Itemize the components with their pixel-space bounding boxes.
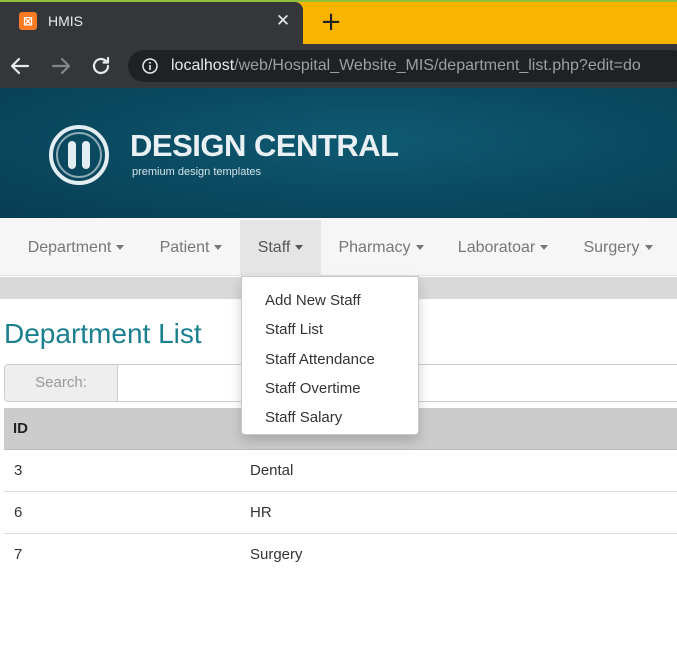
table-row[interactable]: 6 HR: [4, 492, 677, 534]
menu-item-staff-list[interactable]: Staff List: [242, 315, 418, 344]
cell-id: 7: [14, 546, 23, 563]
cell-name: HR: [250, 504, 272, 521]
table-row[interactable]: 3 Dental: [4, 450, 677, 492]
brand-subtitle: premium design templates: [132, 166, 262, 178]
browser-tab[interactable]: ⊠ HMIS ✕: [0, 2, 303, 44]
cell-name: Dental: [250, 462, 294, 479]
page-title: Department List: [4, 318, 202, 349]
forward-arrow-icon[interactable]: [49, 54, 73, 78]
nav-laboratoar[interactable]: Laboratoar: [447, 220, 559, 276]
browser-toolbar: localhost/web/Hospital_Website_MIS/depar…: [0, 44, 677, 88]
menu-item-staff-salary[interactable]: Staff Salary: [242, 403, 418, 432]
plus-icon[interactable]: +: [318, 9, 344, 36]
menu-item-staff-attendance[interactable]: Staff Attendance: [242, 345, 418, 374]
column-header-id[interactable]: ID: [13, 408, 28, 450]
staff-dropdown-menu: Add New Staff Staff List Staff Attendanc…: [241, 276, 419, 435]
reload-icon[interactable]: [89, 54, 113, 78]
browser-tab-strip: ⊠ HMIS ✕ +: [0, 0, 677, 44]
table-row[interactable]: 7 Surgery: [4, 534, 677, 576]
caret-down-icon: [214, 245, 223, 251]
url-host: localhost: [171, 57, 235, 74]
nav-pharmacy-label: Pharmacy: [338, 239, 411, 256]
tab-title: HMIS: [48, 13, 83, 29]
nav-surgery[interactable]: Surgery: [572, 220, 664, 276]
nav-surgery-label: Surgery: [583, 239, 640, 256]
caret-down-icon: [644, 245, 653, 251]
menu-item-staff-overtime[interactable]: Staff Overtime: [242, 374, 418, 403]
nav-patient-label: Patient: [159, 239, 210, 256]
xampp-favicon-icon: ⊠: [19, 12, 37, 30]
main-navbar: Department Patient Staff Pharmacy Labora…: [0, 218, 677, 276]
info-icon[interactable]: [142, 58, 158, 74]
nav-pharmacy[interactable]: Pharmacy: [327, 220, 435, 276]
caret-down-icon: [540, 245, 549, 251]
nav-department-label: Department: [27, 239, 112, 256]
address-bar[interactable]: localhost/web/Hospital_Website_MIS/depar…: [128, 50, 677, 82]
cell-id: 6: [14, 504, 23, 521]
url-text: localhost/web/Hospital_Website_MIS/depar…: [171, 57, 641, 75]
back-arrow-icon[interactable]: [8, 54, 32, 78]
caret-down-icon: [295, 245, 304, 251]
nav-patient[interactable]: Patient: [145, 220, 237, 276]
nav-laboratoar-label: Laboratoar: [457, 239, 536, 256]
brand-title: DESIGN CENTRAL: [130, 128, 399, 163]
nav-staff-label: Staff: [257, 239, 291, 256]
menu-item-add-new-staff[interactable]: Add New Staff: [242, 286, 418, 315]
caret-down-icon: [415, 245, 424, 251]
cell-id: 3: [14, 462, 23, 479]
close-icon[interactable]: ✕: [272, 10, 294, 32]
site-banner: DESIGN CENTRAL premium design templates: [0, 88, 677, 218]
nav-staff[interactable]: Staff: [240, 220, 321, 276]
nav-department[interactable]: Department: [14, 220, 138, 276]
url-path: /web/Hospital_Website_MIS/department_lis…: [234, 57, 641, 74]
cell-name: Surgery: [250, 546, 303, 563]
pause-logo-icon: [49, 125, 109, 185]
search-label: Search:: [5, 365, 118, 401]
caret-down-icon: [116, 245, 125, 251]
